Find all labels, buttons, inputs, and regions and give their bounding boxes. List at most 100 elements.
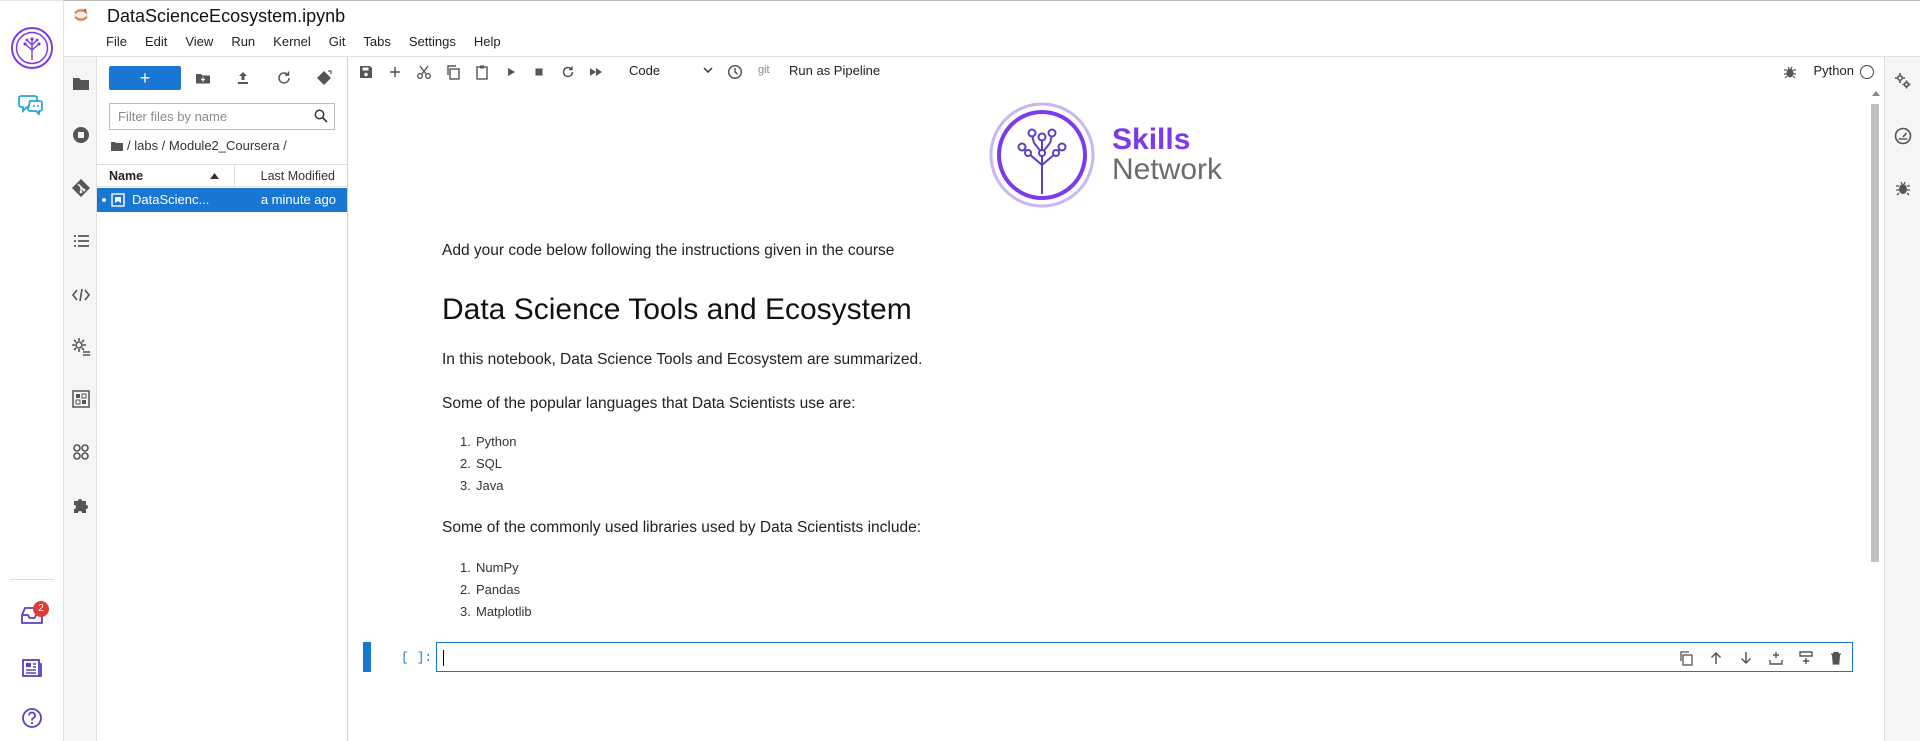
file-modified: a minute ago — [260, 192, 336, 207]
running-indicator — [102, 198, 106, 202]
file-list-header: Name Last Modified — [97, 164, 347, 187]
code-cell-editor[interactable] — [436, 642, 1853, 672]
skills-network-banner-icon — [989, 102, 1095, 208]
skills-network-logo-icon[interactable] — [10, 26, 54, 70]
chat-assistant-icon[interactable] — [18, 93, 44, 115]
jupyter-logo-icon — [72, 7, 90, 23]
libraries-list: 1. NumPy 2. Pandas 3. Matplotlib — [460, 557, 532, 623]
resource-usage-gauge-icon[interactable] — [1894, 127, 1912, 145]
code-snippets-icon[interactable] — [71, 285, 91, 305]
component-catalog-icon[interactable] — [71, 389, 91, 409]
duplicate-cell-icon[interactable] — [1678, 650, 1694, 666]
cut-icon[interactable] — [416, 64, 432, 80]
column-header-last-modified[interactable]: Last Modified — [261, 169, 335, 183]
file-filter — [109, 103, 335, 130]
skills-network-banner: Skills Network — [988, 101, 1222, 209]
restart-run-all-icon[interactable] — [588, 64, 604, 80]
title-and-menu-bar: DataScienceEcosystem.ipynb File Edit Vie… — [64, 0, 1920, 57]
paste-icon[interactable] — [474, 64, 490, 80]
notebook-toolbar: Code git Run as Pipeline Python — [348, 57, 1882, 87]
search-icon — [314, 109, 328, 123]
property-inspector-gears-icon[interactable] — [1894, 72, 1912, 90]
upload-icon[interactable] — [235, 70, 251, 86]
new-folder-icon[interactable] — [195, 70, 211, 86]
table-of-contents-icon[interactable] — [71, 231, 91, 251]
breadcrumb: / labs / Module2_Coursera / — [111, 138, 287, 153]
file-filter-input[interactable] — [110, 104, 300, 129]
notebook-file-icon — [111, 193, 125, 207]
cell-toolbar — [1678, 650, 1844, 666]
sort-ascending-icon — [210, 173, 219, 179]
wordmark-network: Network — [1112, 153, 1223, 186]
menu-git[interactable]: Git — [320, 34, 355, 49]
instruction-text: Add your code below following the instru… — [442, 242, 895, 259]
cell-type-select[interactable]: Code — [629, 63, 713, 81]
notification-badge: 2 — [33, 601, 49, 617]
breadcrumb-folder-icon[interactable] — [111, 141, 123, 151]
insert-cell-icon[interactable] — [387, 64, 403, 80]
column-divider[interactable] — [234, 165, 235, 187]
clock-icon[interactable] — [727, 64, 743, 80]
move-up-icon[interactable] — [1708, 650, 1724, 666]
extensions-grid-icon[interactable] — [71, 442, 91, 462]
cell-collapser[interactable] — [363, 642, 371, 672]
intro-paragraph: In this notebook, Data Science Tools and… — [442, 351, 923, 368]
insert-above-icon[interactable] — [1798, 650, 1814, 666]
menu-help[interactable]: Help — [465, 34, 510, 49]
file-browser-toolbar: + — [109, 66, 341, 90]
move-down-icon[interactable] — [1738, 650, 1754, 666]
list-item: 3. Java — [460, 478, 504, 493]
languages-list: 1. Python 2. SQL 3. Java — [460, 431, 516, 497]
git-diff-button[interactable]: git — [758, 64, 770, 76]
insert-below-icon[interactable] — [1768, 650, 1784, 666]
list-item: 1. NumPy — [460, 560, 519, 575]
newspaper-icon[interactable] — [21, 658, 43, 678]
column-header-name[interactable]: Name — [109, 169, 143, 183]
list-item: 3. Matplotlib — [460, 604, 532, 619]
wordmark-skills: Skills — [1112, 123, 1191, 156]
scroll-up-arrow[interactable] — [1872, 91, 1880, 96]
folder-icon[interactable] — [71, 73, 91, 93]
file-list-item[interactable]: DataScienc... a minute ago — [97, 188, 347, 212]
interrupt-kernel-icon[interactable] — [531, 64, 547, 80]
left-activity-bar — [64, 57, 97, 741]
notebook-heading: Data Science Tools and Ecosystem — [442, 293, 912, 326]
notebook-scrollbar[interactable] — [1868, 100, 1882, 741]
run-as-pipeline-button[interactable]: Run as Pipeline — [789, 63, 880, 78]
copy-icon[interactable] — [445, 64, 461, 80]
puzzle-extension-icon[interactable] — [71, 495, 91, 515]
kernel-idle-status-icon — [1860, 65, 1874, 79]
kernel-name[interactable]: Python — [1814, 63, 1854, 78]
debugger-bug-icon[interactable] — [1782, 64, 1798, 80]
right-sidebar — [1884, 57, 1920, 741]
scrollbar-thumb[interactable] — [1871, 104, 1879, 562]
new-launcher-button[interactable]: + — [109, 66, 181, 90]
rail-divider — [10, 579, 54, 580]
list-item: 1. Python — [460, 434, 517, 449]
save-icon[interactable] — [358, 64, 374, 80]
list-item: 2. Pandas — [460, 582, 521, 597]
git-clone-icon[interactable] — [316, 70, 332, 86]
menu-settings[interactable]: Settings — [400, 34, 465, 49]
debugger-panel-bug-icon[interactable] — [1894, 179, 1912, 197]
breadcrumb-path[interactable]: / labs / Module2_Coursera / — [127, 138, 287, 153]
document-title: DataScienceEcosystem.ipynb — [107, 6, 346, 26]
help-icon[interactable] — [21, 707, 43, 729]
menu-kernel[interactable]: Kernel — [264, 34, 320, 49]
menu-file[interactable]: File — [106, 34, 136, 49]
git-icon[interactable] — [71, 178, 91, 198]
menu-tabs[interactable]: Tabs — [354, 34, 399, 49]
runtime-config-icon[interactable] — [71, 337, 91, 357]
run-cell-icon[interactable] — [503, 64, 519, 80]
menu-edit[interactable]: Edit — [136, 34, 176, 49]
menu-bar: File Edit View Run Kernel Git Tabs Setti… — [106, 34, 510, 49]
delete-cell-icon[interactable] — [1828, 650, 1844, 666]
file-browser-panel: + / labs / Module2_Coursera / Name Last … — [97, 57, 348, 741]
skills-network-rail: 2 — [0, 0, 64, 741]
menu-run[interactable]: Run — [222, 34, 264, 49]
restart-kernel-icon[interactable] — [560, 64, 576, 80]
menu-view[interactable]: View — [176, 34, 222, 49]
running-kernels-icon[interactable] — [71, 125, 91, 145]
cell-type-value: Code — [629, 63, 661, 78]
refresh-icon[interactable] — [276, 70, 292, 86]
